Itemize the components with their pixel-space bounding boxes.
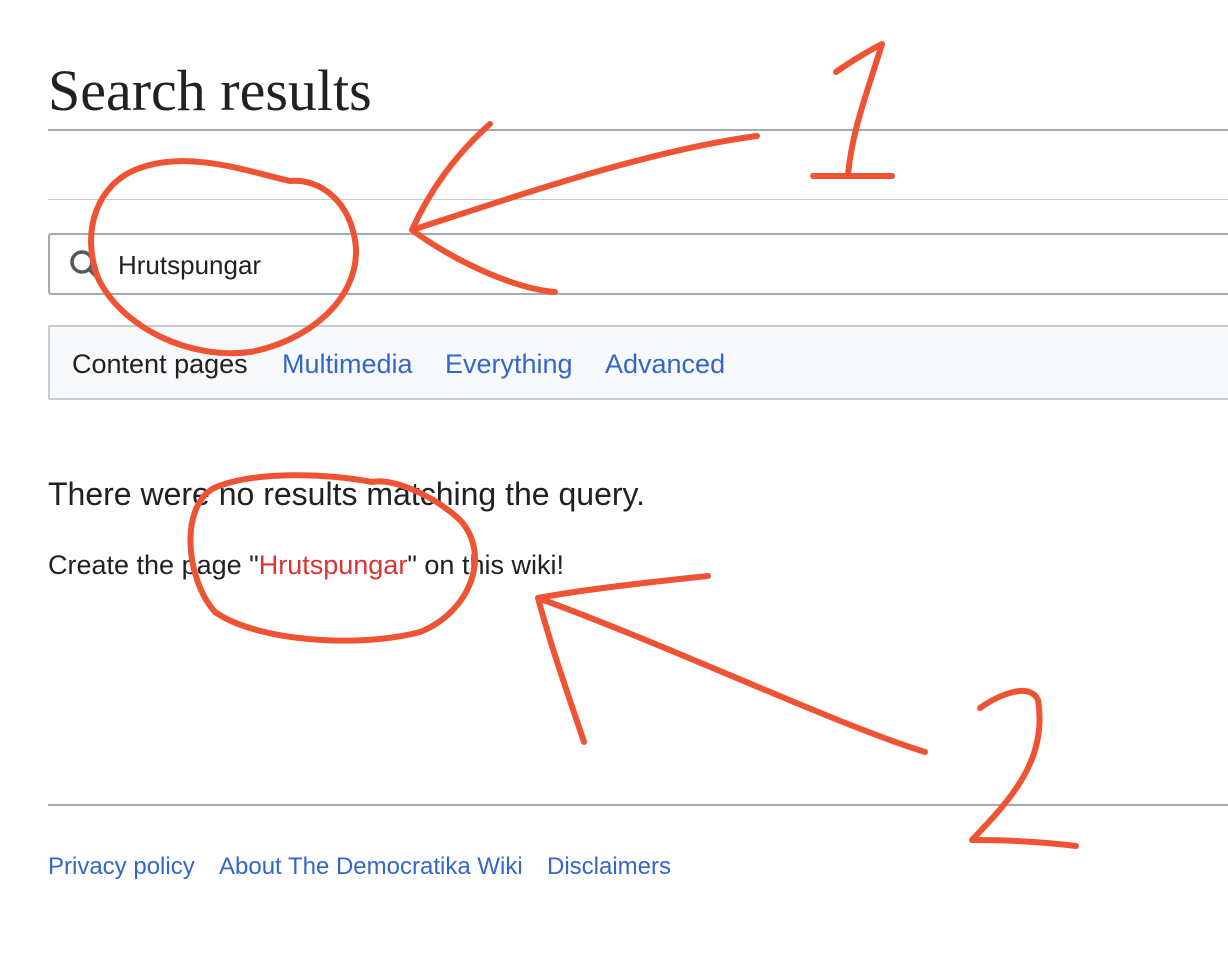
search-icon <box>70 250 101 281</box>
create-page-link[interactable]: Hrutspungar <box>259 550 408 580</box>
footer-about-link[interactable]: About The Democratika Wiki <box>219 852 523 882</box>
footer-privacy-policy-link[interactable]: Privacy policy <box>48 852 195 882</box>
annotation-arrow-2 <box>535 573 928 755</box>
tab-everything[interactable]: Everything <box>445 347 573 381</box>
search-profile-tabs: Content pages Multimedia Everything Adva… <box>48 325 1228 400</box>
no-results-message: There were no results matching the query… <box>48 476 646 512</box>
create-page-prompt: Create the page "Hrutspungar" on this wi… <box>48 547 564 583</box>
footer-disclaimers-link[interactable]: Disclaimers <box>547 852 671 882</box>
tab-multimedia[interactable]: Multimedia <box>282 347 413 381</box>
create-prefix: Create the page " <box>48 550 259 580</box>
title-divider <box>48 129 1228 131</box>
page-title: Search results <box>48 58 372 123</box>
tab-advanced[interactable]: Advanced <box>605 347 725 381</box>
annotation-label-2 <box>969 687 1079 849</box>
create-suffix: " on this wiki! <box>407 550 564 580</box>
footer-divider <box>48 804 1228 806</box>
search-input[interactable] <box>118 247 1018 283</box>
form-divider <box>48 199 1228 200</box>
tab-content-pages: Content pages <box>72 349 248 379</box>
annotation-label-1 <box>810 41 895 179</box>
search-box[interactable] <box>48 233 1228 295</box>
